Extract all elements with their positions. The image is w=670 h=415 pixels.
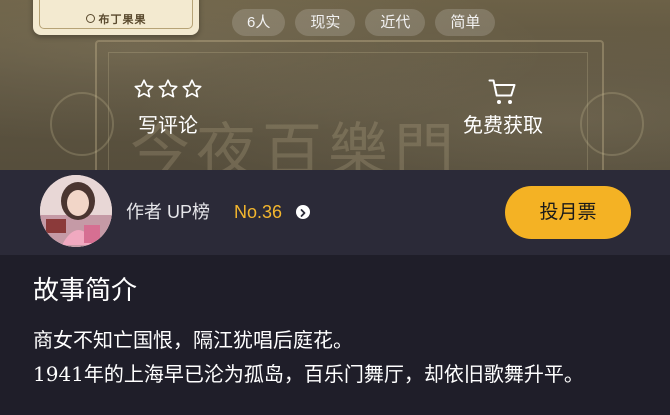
synopsis-title: 故事简介: [33, 275, 138, 305]
story-synopsis-section: 故事简介 商女不知亡国恨，隔江犹唱后庭花。 1941年的上海早已沦为孤岛，百乐门…: [0, 255, 670, 415]
free-get-button[interactable]: 免费获取: [445, 78, 561, 138]
synopsis-body: 商女不知亡国恨，隔江犹唱后庭花。 1941年的上海早已沦为孤岛，百乐门舞厅，却依…: [33, 323, 623, 391]
star-outline-icon: [182, 79, 202, 98]
synopsis-line-1: 商女不知亡国恨，隔江犹唱后庭花。: [33, 328, 353, 352]
circle-ornament-icon: [85, 14, 95, 23]
tag-genre[interactable]: 现实: [295, 9, 356, 36]
script-detail-page: 今夜百樂門 布丁果果 6人 现实 近代 简单 写评论 免费获取 作者 UP榜 N…: [0, 0, 670, 415]
avatar-image: [40, 175, 112, 247]
author-avatar[interactable]: [40, 175, 112, 247]
cart-icon: [445, 78, 561, 106]
synopsis-line-2: 1941年的上海早已沦为孤岛，百乐门舞厅，却依旧歌舞升平。: [33, 362, 584, 386]
tag-players[interactable]: 6人: [232, 9, 286, 36]
cover-author-name: 布丁果果: [98, 13, 147, 26]
tag-era[interactable]: 近代: [365, 9, 426, 36]
tag-difficulty[interactable]: 简单: [435, 9, 496, 36]
monthly-vote-button[interactable]: 投月票: [505, 186, 631, 239]
script-cover[interactable]: 布丁果果: [33, 0, 199, 35]
author-rank-value[interactable]: No.36: [234, 201, 282, 223]
rating-stars: [110, 78, 226, 106]
decorative-scroll-left: [50, 92, 114, 156]
star-outline-icon: [134, 79, 154, 98]
tag-list: 6人 现实 近代 简单: [232, 9, 496, 36]
free-get-label: 免费获取: [463, 115, 543, 137]
decorative-scroll-right: [580, 92, 644, 156]
star-outline-icon: [158, 79, 178, 98]
author-rank-label: 作者 UP榜: [126, 202, 211, 222]
write-review-button[interactable]: 写评论: [110, 78, 226, 138]
cover-author: 布丁果果: [33, 11, 199, 27]
chevron-right-icon[interactable]: [296, 205, 310, 219]
hero-banner: 今夜百樂門 布丁果果 6人 现实 近代 简单 写评论 免费获取: [0, 0, 670, 170]
write-review-label: 写评论: [138, 115, 198, 137]
author-rank-bar: 作者 UP榜 No.36 投月票: [0, 170, 670, 255]
